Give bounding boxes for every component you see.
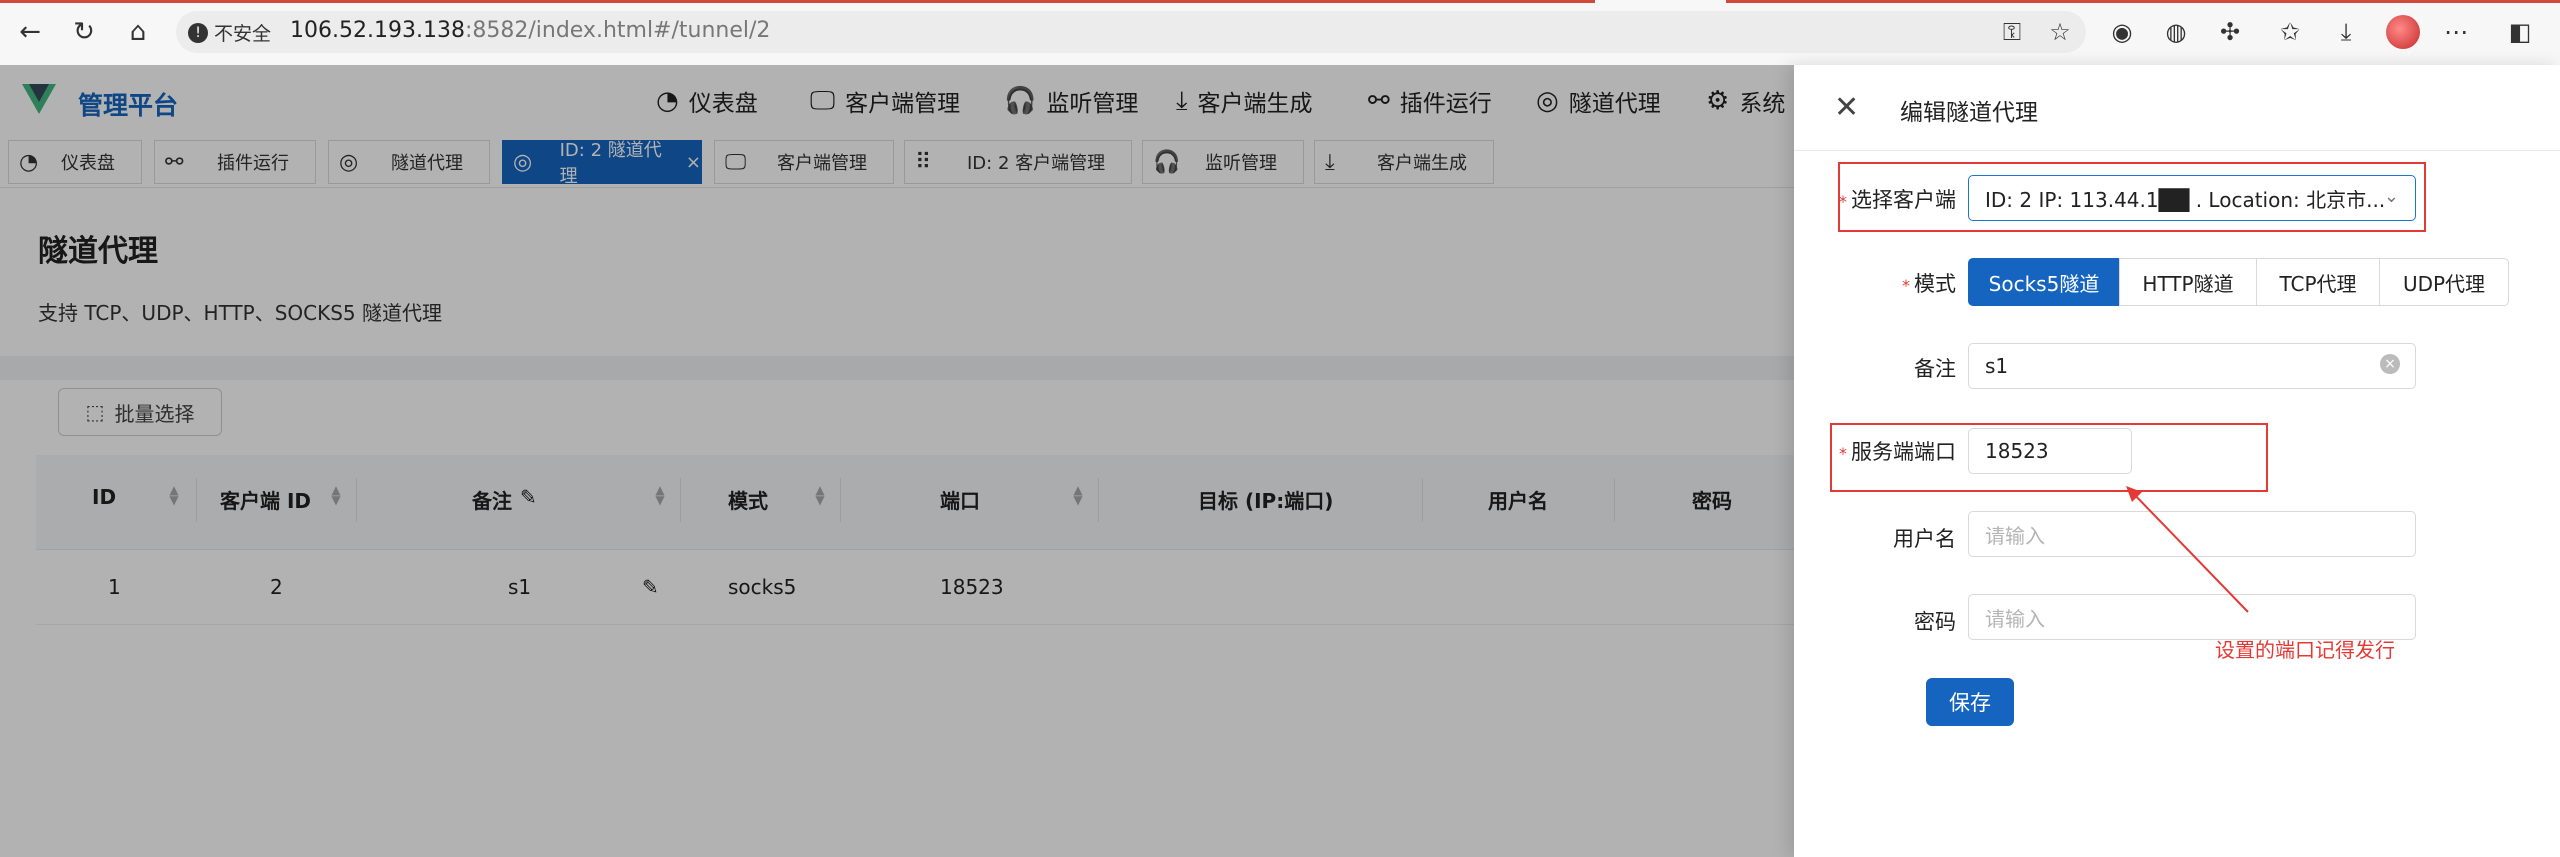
mode-udp-option[interactable]: UDP代理: [2379, 258, 2509, 306]
favorite-star-icon[interactable]: ☆: [2044, 16, 2076, 48]
annotation-text: 设置的端口记得发行: [2215, 638, 2395, 662]
more-icon[interactable]: ⋯: [2440, 16, 2472, 48]
key-icon[interactable]: ⚿: [1996, 16, 2028, 48]
password-placeholder: 请输入: [1985, 606, 2045, 631]
mode-tcp-option[interactable]: TCP代理: [2256, 258, 2380, 306]
url-path: :8582/index.html#/tunnel/2: [464, 18, 771, 43]
note-value: s1: [1985, 354, 2009, 378]
reload-icon[interactable]: ↻: [66, 14, 102, 50]
extension-profile-icon[interactable]: ◉: [2106, 16, 2138, 48]
drawer-title: 编辑隧道代理: [1900, 100, 2038, 126]
note-input[interactable]: s1: [1968, 343, 2416, 389]
mode-http-option[interactable]: HTTP隧道: [2119, 258, 2257, 306]
username-placeholder: 请输入: [1985, 523, 2045, 548]
clear-icon[interactable]: ×: [2380, 354, 2400, 374]
home-icon[interactable]: ⌂: [120, 14, 156, 50]
sidebar-toggle-icon[interactable]: ◧: [2504, 16, 2536, 48]
mode-label: * 模式: [1806, 268, 1956, 298]
security-label: 不安全: [214, 23, 272, 45]
close-icon[interactable]: ✕: [1834, 90, 1859, 125]
profile-avatar[interactable]: [2386, 15, 2420, 49]
back-icon[interactable]: ←: [12, 14, 48, 50]
tab-strip-accent: [1726, 0, 2560, 3]
extension-icon[interactable]: ◍: [2160, 16, 2192, 48]
note-label: 备注: [1914, 357, 1956, 381]
drawer-divider: [1794, 150, 2560, 151]
downloads-icon[interactable]: ⤓: [2330, 16, 2362, 48]
required-mark: *: [1902, 276, 1910, 295]
tab-strip-accent: [0, 0, 1595, 3]
password-label: 密码: [1914, 610, 1956, 634]
modal-mask[interactable]: [0, 65, 1794, 857]
mode-label-text: 模式: [1914, 272, 1956, 296]
url-host: 106.52.193.138: [290, 18, 465, 43]
save-button[interactable]: 保存: [1926, 678, 2014, 726]
annotation-arrow: [2126, 486, 2249, 613]
username-label: 用户名: [1893, 527, 1956, 551]
highlight-box-client: [1838, 162, 2426, 232]
url-text[interactable]: 106.52.193.138:8582/index.html#/tunnel/2: [290, 18, 770, 43]
puzzle-icon[interactable]: ✣: [2214, 16, 2246, 48]
security-indicator[interactable]: ! 不安全: [188, 19, 271, 46]
mode-socks5-option[interactable]: Socks5隧道: [1968, 258, 2120, 306]
warning-icon: !: [188, 22, 208, 43]
favorites-icon[interactable]: ✩: [2274, 16, 2306, 48]
